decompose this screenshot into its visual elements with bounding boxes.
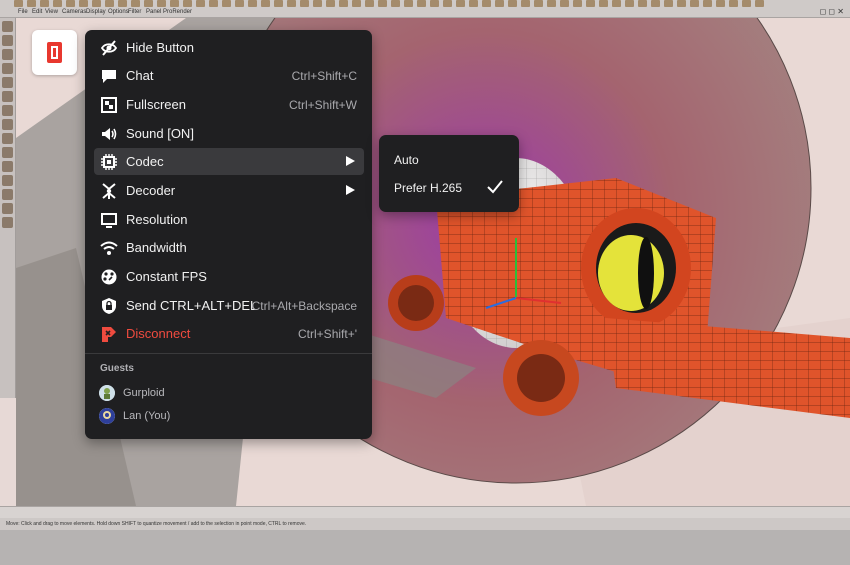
window-controls[interactable]: ◻ ◻ ✕ xyxy=(820,7,844,16)
menu-item-decoder[interactable]: Decoder xyxy=(94,177,364,204)
menu-item-label: Bandwidth xyxy=(126,240,187,255)
menu-item-fullscreen[interactable]: Fullscreen Ctrl+Shift+W xyxy=(94,91,364,118)
menu-item-sound[interactable]: Sound [ON] xyxy=(94,120,364,147)
menubar-item[interactable]: ProRender xyxy=(163,9,192,15)
speaker-icon xyxy=(102,128,117,140)
guest-item: Lan (You) xyxy=(99,408,299,426)
menu-item-label: Constant FPS xyxy=(126,269,207,284)
menubar-item[interactable]: Panel xyxy=(146,9,161,15)
disconnect-icon xyxy=(102,327,116,342)
menu-item-disconnect[interactable]: Disconnect Ctrl+Shift+' xyxy=(94,320,364,347)
codec-option-auto[interactable]: Auto xyxy=(394,153,419,167)
guest-name: Gurploid xyxy=(123,387,165,399)
eye-off-icon xyxy=(100,40,118,56)
menu-item-label: Sound [ON] xyxy=(126,126,194,141)
menubar-item[interactable]: File xyxy=(18,9,28,15)
codec-submenu: Auto Prefer H.265 xyxy=(379,135,519,212)
stream-bottom-bar xyxy=(0,530,850,565)
chip-icon xyxy=(101,154,117,170)
menu-divider xyxy=(85,353,372,354)
menu-item-codec[interactable]: Codec xyxy=(94,148,364,175)
stream-logo-button[interactable] xyxy=(32,30,77,75)
chat-icon xyxy=(102,70,116,83)
codec-option-prefer-h265[interactable]: Prefer H.265 xyxy=(394,181,462,195)
status-bar: Move: Click and drag to move elements. H… xyxy=(0,518,850,530)
guest-name: Lan (You) xyxy=(123,410,171,422)
checkmark-icon xyxy=(487,180,503,194)
menu-item-shortcut: Ctrl+Shift+' xyxy=(298,327,357,341)
menu-item-label: Hide Button xyxy=(126,40,194,55)
menu-item-shortcut: Ctrl+Shift+C xyxy=(291,69,357,83)
menu-item-send-ctrl-alt-del[interactable]: Send CTRL+ALT+DEL Ctrl+Alt+Backspace xyxy=(94,292,364,319)
menubar-item[interactable]: Filter xyxy=(128,9,141,15)
chevron-right-icon xyxy=(346,185,355,195)
menubar-item[interactable]: Cameras xyxy=(62,9,86,15)
stream-context-menu: Hide Button Chat Ctrl+Shift+C Fullscreen… xyxy=(85,30,372,439)
menu-item-chat[interactable]: Chat Ctrl+Shift+C xyxy=(94,62,364,89)
menu-item-bandwidth[interactable]: Bandwidth xyxy=(94,234,364,261)
menubar-item[interactable]: Options xyxy=(108,9,129,15)
menu-item-label: Send CTRL+ALT+DEL xyxy=(126,298,258,313)
chevron-right-icon xyxy=(346,156,355,166)
menubar-item[interactable]: Display xyxy=(86,9,106,15)
menu-item-label: Chat xyxy=(126,68,154,83)
gauge-icon xyxy=(101,269,117,285)
parsec-logo-icon xyxy=(47,42,62,63)
fullscreen-icon xyxy=(101,97,117,113)
menu-item-hide-button[interactable]: Hide Button xyxy=(94,34,364,61)
menubar-item[interactable]: Edit xyxy=(32,9,42,15)
menu-item-label: Decoder xyxy=(126,183,176,198)
monitor-icon xyxy=(101,213,117,228)
menu-item-label: Codec xyxy=(126,154,164,169)
avatar xyxy=(99,385,115,401)
decoder-icon xyxy=(102,183,116,199)
menu-item-shortcut: Ctrl+Shift+W xyxy=(288,98,357,112)
status-text: Move: Click and drag to move elements. H… xyxy=(6,521,307,527)
avatar xyxy=(99,408,115,424)
guests-heading: Guests xyxy=(100,363,134,374)
menu-item-shortcut: Ctrl+Alt+Backspace xyxy=(251,299,357,313)
toolbar-icons xyxy=(14,0,834,8)
menu-item-label: Fullscreen xyxy=(126,97,186,112)
left-toolbar xyxy=(0,18,16,398)
menu-item-label: Disconnect xyxy=(126,326,191,341)
app-menubar: File Edit View Cameras Display Options F… xyxy=(0,0,850,18)
menu-item-label: Resolution xyxy=(126,212,188,227)
menu-item-constant-fps[interactable]: Constant FPS xyxy=(94,263,364,290)
menu-item-resolution[interactable]: Resolution xyxy=(94,206,364,233)
shield-icon xyxy=(102,298,116,314)
wifi-icon xyxy=(100,241,118,255)
guest-item: Gurploid xyxy=(99,385,299,403)
menubar-item[interactable]: View xyxy=(45,9,58,15)
